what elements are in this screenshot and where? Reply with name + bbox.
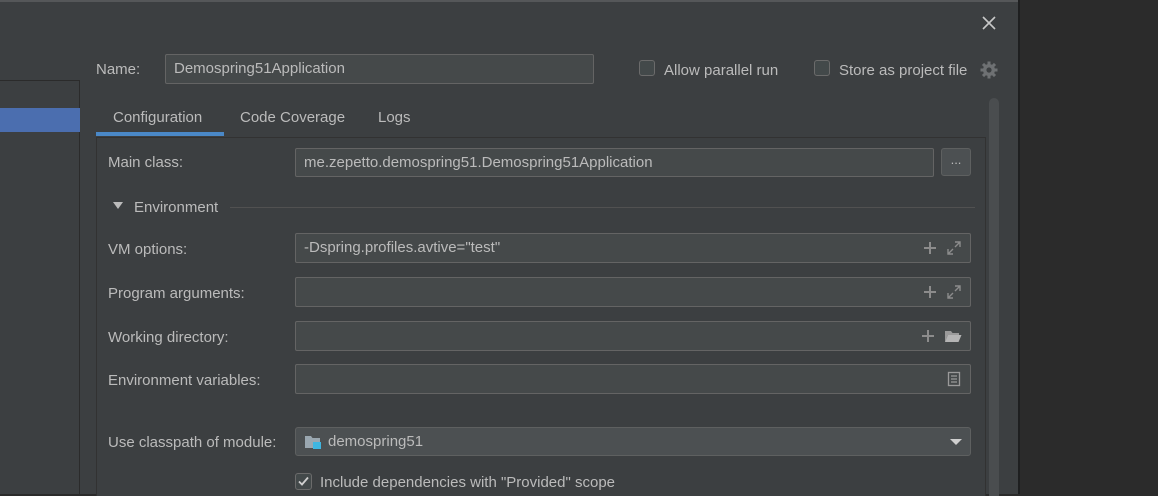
working-directory-field[interactable]	[295, 321, 971, 351]
name-input[interactable]: Demospring51Application	[165, 54, 594, 84]
environment-section-label[interactable]: Environment	[134, 199, 218, 216]
program-arguments-field[interactable]	[295, 277, 971, 307]
name-label: Name:	[96, 61, 141, 78]
tab-logs[interactable]: Logs	[378, 103, 411, 137]
program-arguments-label: Program arguments:	[108, 285, 245, 302]
main-class-input[interactable]: me.zepetto.demospring51.Demospring51Appl…	[295, 148, 934, 177]
classpath-module-select[interactable]: demospring51	[295, 427, 971, 456]
background-editor	[1020, 0, 1158, 494]
environment-variables-field[interactable]	[295, 364, 971, 394]
check-icon	[298, 476, 309, 486]
vertical-scrollbar[interactable]	[989, 98, 999, 496]
include-provided-checkbox[interactable]	[295, 473, 312, 490]
triangle-down-icon[interactable]	[113, 202, 123, 209]
allow-parallel-run-checkbox[interactable]	[639, 60, 655, 76]
allow-parallel-run-label: Allow parallel run	[664, 62, 779, 79]
close-icon[interactable]	[978, 12, 1000, 34]
gear-icon[interactable]	[979, 60, 999, 80]
run-configuration-dialog: Name: Demospring51Application Allow para…	[0, 0, 1018, 496]
active-tab-indicator	[96, 132, 224, 136]
include-provided-label: Include dependencies with "Provided" sco…	[320, 474, 616, 491]
configurations-tree[interactable]	[0, 80, 80, 496]
environment-separator	[230, 207, 975, 208]
vm-options-label: VM options:	[108, 241, 188, 258]
vm-options-input[interactable]: -Dspring.profiles.avtive="test"	[304, 239, 500, 256]
environment-variables-label: Environment variables:	[108, 372, 261, 389]
plus-icon[interactable]	[922, 284, 938, 300]
working-directory-label: Working directory:	[108, 329, 229, 346]
store-as-project-file-checkbox[interactable]	[814, 60, 830, 76]
plus-icon[interactable]	[920, 328, 936, 344]
vm-options-field[interactable]: -Dspring.profiles.avtive="test"	[295, 233, 971, 263]
selected-configuration-item[interactable]	[0, 108, 80, 132]
main-class-label: Main class:	[108, 154, 184, 171]
tab-code-coverage[interactable]: Code Coverage	[240, 103, 345, 137]
document-icon[interactable]	[946, 371, 962, 387]
chevron-down-icon	[950, 439, 962, 445]
module-folder-icon	[305, 436, 321, 449]
expand-icon[interactable]	[946, 240, 962, 256]
expand-icon[interactable]	[946, 284, 962, 300]
plus-icon[interactable]	[922, 240, 938, 256]
folder-open-icon[interactable]	[944, 328, 962, 344]
store-as-project-file-label: Store as project file	[839, 62, 968, 79]
classpath-module-value: demospring51	[328, 433, 424, 450]
browse-main-class-button[interactable]: ...	[941, 148, 971, 176]
classpath-module-label: Use classpath of module:	[108, 434, 277, 451]
